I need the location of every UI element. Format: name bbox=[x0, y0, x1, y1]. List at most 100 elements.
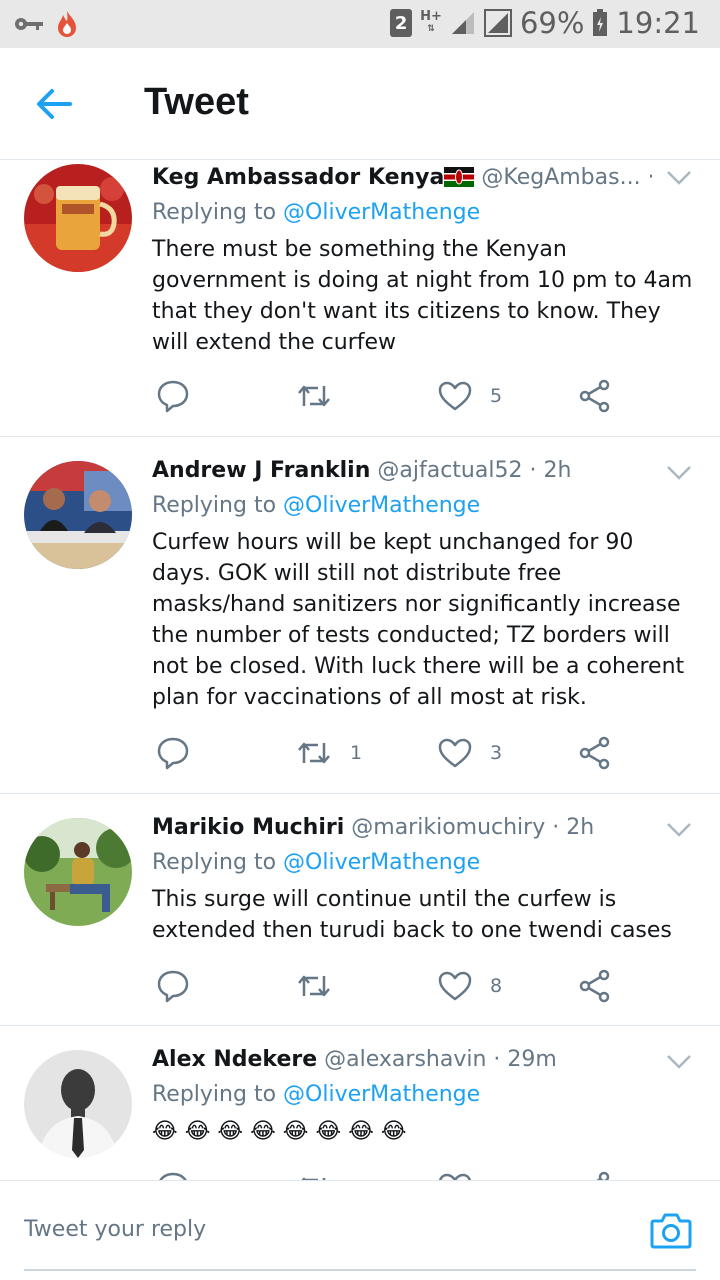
avatar[interactable] bbox=[24, 461, 132, 569]
author-handle[interactable]: @alexarshavin bbox=[324, 1047, 486, 1072]
signal-icon bbox=[451, 12, 474, 34]
sim-indicator: 2 bbox=[390, 9, 413, 37]
replying-to-label: Replying to bbox=[152, 1082, 277, 1107]
battery-percent: 69% bbox=[519, 6, 585, 40]
signal-icon-2 bbox=[483, 9, 512, 37]
network-type: H+ ⇅ bbox=[420, 9, 442, 34]
avatar[interactable] bbox=[24, 164, 132, 272]
replying-to-label: Replying to bbox=[152, 850, 277, 875]
like-button[interactable] bbox=[438, 1168, 472, 1180]
heart-icon bbox=[438, 971, 472, 1001]
tweet-card[interactable]: Marikio Muchiri @marikiomuchiry · 2h Rep… bbox=[0, 794, 720, 1026]
tweet-card[interactable]: Andrew J Franklin @ajfactual52 · 2h Repl… bbox=[0, 437, 720, 794]
heart-icon bbox=[438, 1173, 472, 1180]
share-icon bbox=[579, 736, 610, 770]
author-name[interactable]: Andrew J Franklin bbox=[152, 458, 370, 483]
author-name[interactable]: Marikio Muchiri bbox=[152, 815, 344, 840]
reply-input-underline bbox=[24, 1269, 696, 1271]
camera-icon[interactable] bbox=[650, 1211, 692, 1249]
retweet-icon bbox=[298, 385, 330, 407]
tweet-text: There must be something the Kenyan gover… bbox=[152, 237, 693, 355]
flame-icon bbox=[58, 11, 76, 37]
tweet-text: Curfew hours will be kept unchanged for … bbox=[152, 530, 685, 710]
reply-mention-link[interactable]: @OliverMathenge bbox=[283, 1082, 480, 1107]
separator-dot: · bbox=[648, 165, 652, 190]
share-button[interactable] bbox=[578, 966, 612, 1006]
like-button[interactable]: 3 bbox=[438, 733, 502, 773]
chevron-down-icon[interactable] bbox=[666, 822, 692, 838]
retweet-count: 1 bbox=[350, 742, 363, 764]
reply-button[interactable] bbox=[156, 966, 190, 1006]
replying-to: Replying to @OliverMathenge bbox=[152, 846, 696, 880]
share-button[interactable] bbox=[578, 376, 612, 416]
author-handle[interactable]: @marikiomuchiry bbox=[351, 815, 545, 840]
avatar-image bbox=[24, 818, 132, 926]
tweet-time: 29m bbox=[507, 1047, 557, 1072]
tweet-time: 2h bbox=[566, 815, 595, 840]
tweet-actions: 1 3 bbox=[152, 733, 622, 773]
replying-to: Replying to @OliverMathenge bbox=[152, 1078, 696, 1112]
avatar[interactable] bbox=[24, 1050, 132, 1158]
reply-input[interactable] bbox=[24, 1203, 584, 1255]
replying-to-label: Replying to bbox=[152, 200, 277, 225]
network-type-label: H+ bbox=[420, 9, 442, 24]
reply-mention-link[interactable]: @OliverMathenge bbox=[283, 200, 480, 225]
kenya-flag-icon bbox=[444, 167, 475, 187]
retweet-button[interactable] bbox=[296, 966, 332, 1006]
status-bar: 2 H+ ⇅ 69% 19:21 bbox=[0, 0, 720, 48]
retweet-button[interactable] bbox=[296, 1168, 332, 1180]
tweet-card[interactable]: Keg Ambassador Kenya @KegAmbas... · 1h R… bbox=[0, 160, 720, 437]
like-count: 3 bbox=[490, 742, 503, 764]
like-count: 5 bbox=[490, 385, 503, 407]
retweet-icon bbox=[298, 742, 330, 764]
share-button[interactable] bbox=[578, 733, 612, 773]
reply-mention-link[interactable]: @OliverMathenge bbox=[283, 493, 480, 518]
chevron-down-icon[interactable] bbox=[666, 170, 692, 186]
chevron-down-icon[interactable] bbox=[666, 1054, 692, 1070]
like-button[interactable]: 5 bbox=[438, 376, 502, 416]
clock: 19:21 bbox=[616, 6, 700, 40]
retweet-button[interactable]: 1 bbox=[296, 733, 362, 773]
heart-icon bbox=[438, 381, 472, 411]
tweet-time: 2h bbox=[543, 458, 572, 483]
like-button[interactable]: 8 bbox=[438, 966, 502, 1006]
author-name[interactable]: Keg Ambassador Kenya bbox=[152, 165, 444, 190]
separator-dot: · bbox=[493, 1047, 501, 1072]
like-count: 8 bbox=[490, 975, 503, 997]
share-icon bbox=[579, 379, 610, 413]
reply-button[interactable] bbox=[156, 1168, 190, 1180]
reply-button[interactable] bbox=[156, 733, 190, 773]
separator-dot: · bbox=[552, 815, 560, 840]
chevron-down-icon[interactable] bbox=[666, 465, 692, 481]
avatar-image bbox=[24, 164, 132, 272]
reply-mention-link[interactable]: @OliverMathenge bbox=[283, 850, 480, 875]
share-icon bbox=[596, 1171, 610, 1180]
replying-to: Replying to @OliverMathenge bbox=[152, 489, 696, 523]
page-title: Tweet bbox=[144, 81, 249, 123]
share-button[interactable] bbox=[578, 1168, 612, 1180]
tweet-meta: Alex Ndekere @alexarshavin · 29m bbox=[152, 1044, 652, 1076]
reply-icon bbox=[157, 380, 189, 413]
reply-button[interactable] bbox=[156, 376, 190, 416]
replying-to-label: Replying to bbox=[152, 493, 277, 518]
replying-to: Replying to @OliverMathenge bbox=[152, 196, 696, 230]
reply-composer bbox=[0, 1180, 720, 1280]
avatar-image bbox=[24, 1050, 132, 1158]
tweet-text: This surge will continue until the curfe… bbox=[152, 887, 672, 943]
share-icon bbox=[579, 969, 610, 1003]
author-name[interactable]: Alex Ndekere bbox=[152, 1047, 317, 1072]
author-handle[interactable]: @ajfactual52 bbox=[377, 458, 522, 483]
tweet-actions: 5 bbox=[152, 376, 622, 416]
tweet-card[interactable]: Alex Ndekere @alexarshavin · 29m Replyin… bbox=[0, 1026, 720, 1180]
tweet-meta: Marikio Muchiri @marikiomuchiry · 2h bbox=[152, 812, 652, 844]
tweet-actions: 8 bbox=[152, 966, 622, 1006]
arrow-left-icon[interactable] bbox=[34, 84, 74, 124]
avatar[interactable] bbox=[24, 818, 132, 926]
author-handle[interactable]: @KegAmbas... bbox=[481, 165, 640, 190]
tweet-meta: Andrew J Franklin @ajfactual52 · 2h bbox=[152, 455, 652, 487]
retweet-button[interactable] bbox=[296, 376, 332, 416]
heart-icon bbox=[438, 738, 472, 768]
key-icon bbox=[15, 18, 43, 30]
app-header: Tweet bbox=[0, 48, 720, 160]
battery-icon bbox=[593, 9, 608, 36]
